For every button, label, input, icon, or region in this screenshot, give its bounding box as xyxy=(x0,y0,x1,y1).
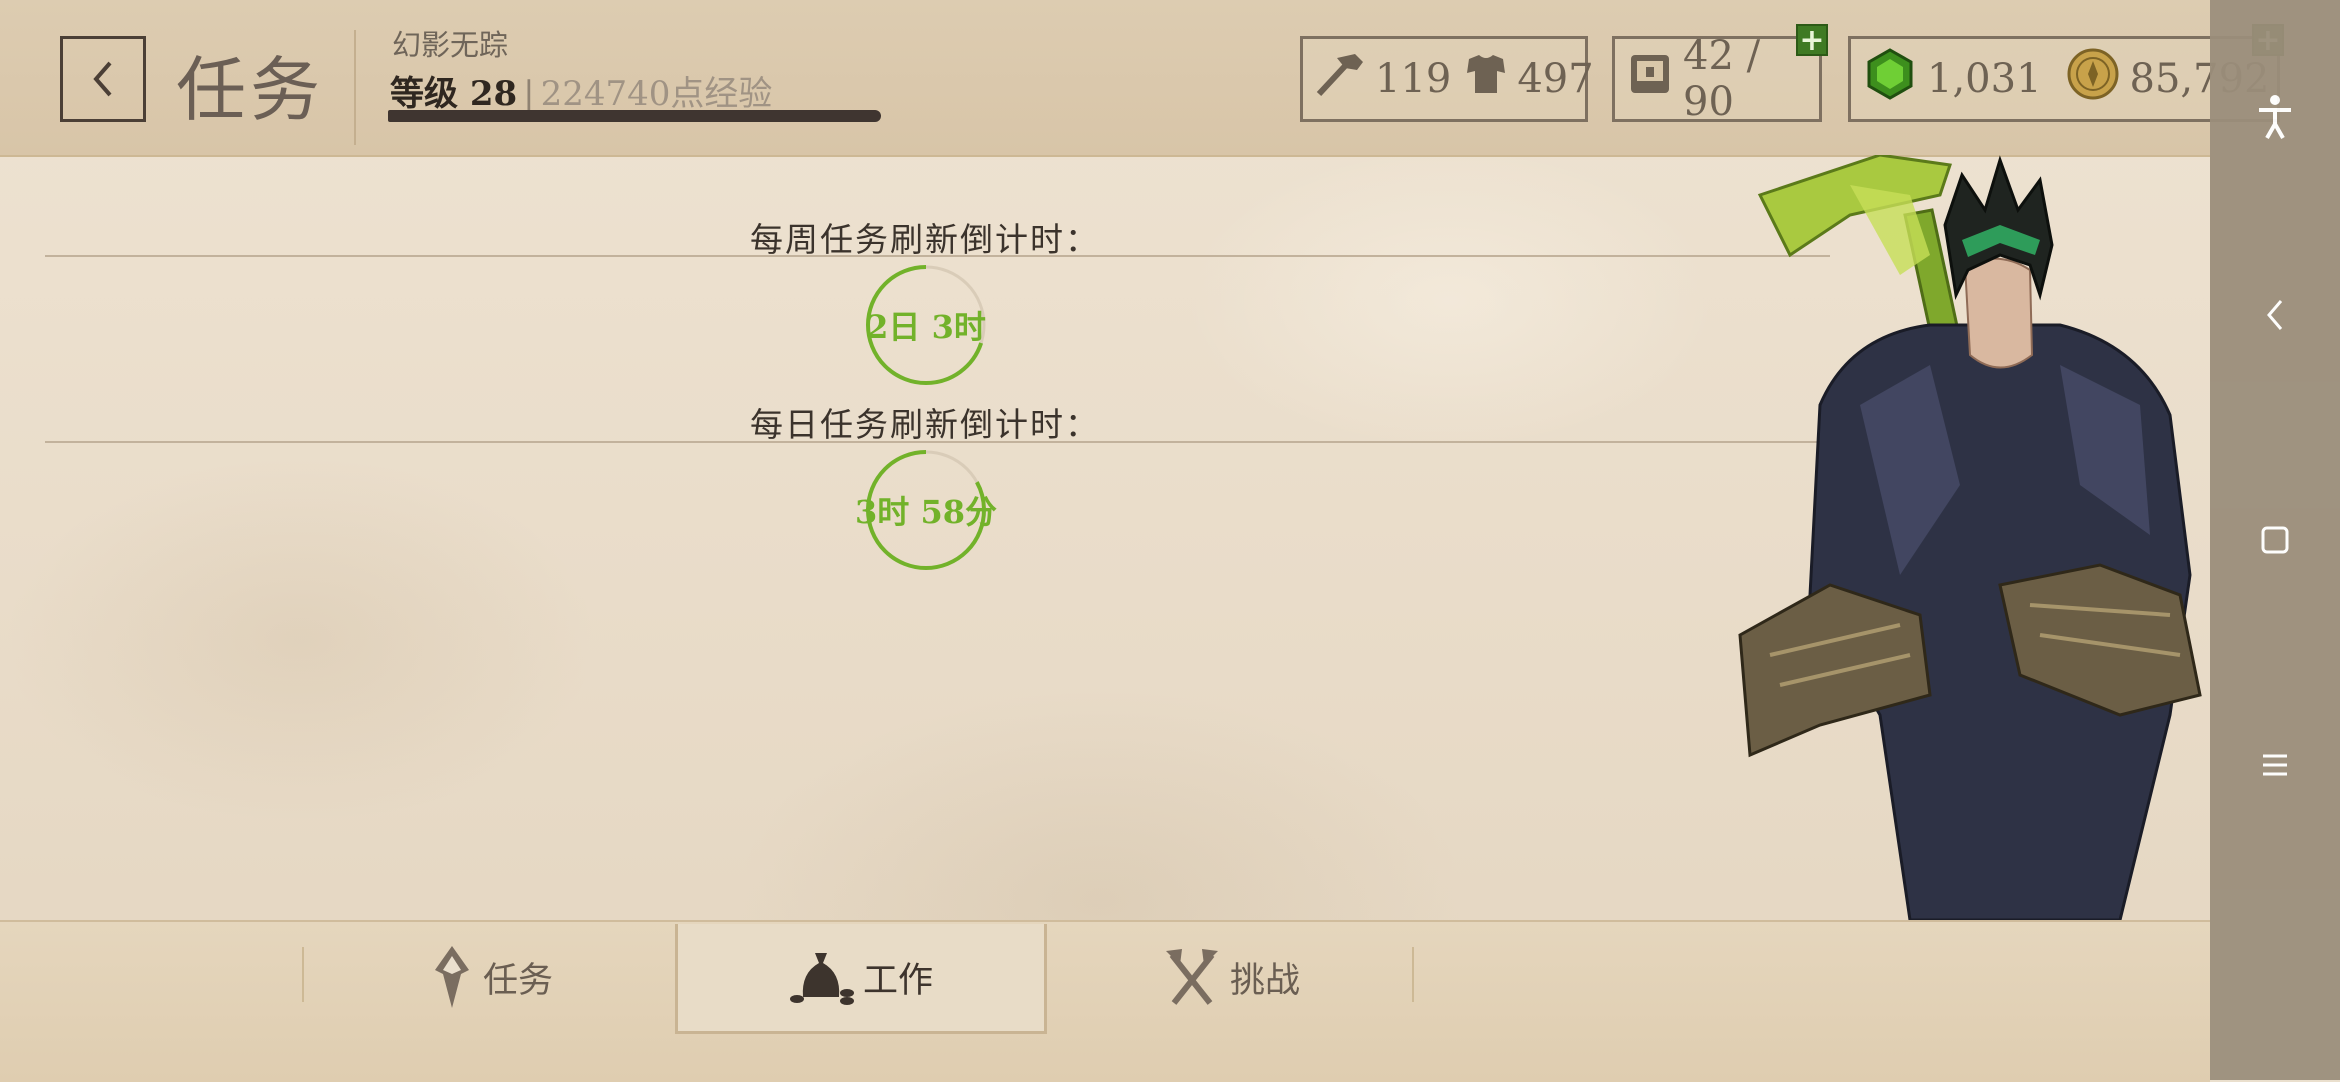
back-button[interactable] xyxy=(60,36,146,122)
daily-timer-value: 3时 58分 xyxy=(855,493,997,531)
tab-jobs[interactable]: 工作 xyxy=(675,924,1047,1034)
crafting-resources-box[interactable]: 119 497 xyxy=(1300,36,1594,122)
hammer-count: 119 xyxy=(1375,56,1452,102)
top-header: 任务 幻影无踪 等级 28 | 224740点经验 119 497 42 / 9… xyxy=(0,0,2284,157)
menu-icon xyxy=(2263,754,2287,776)
header-divider xyxy=(354,30,356,145)
experience-text: 224740点经验 xyxy=(540,74,773,114)
level-label: 等级 28 xyxy=(390,74,518,114)
system-menu-button[interactable] xyxy=(2210,720,2340,810)
weekly-timer-circle: 2日 3时 xyxy=(864,263,988,387)
daily-timer-label: 每日任务刷新倒计时： xyxy=(750,405,1100,444)
money-bag-icon xyxy=(789,952,854,1005)
system-home-button[interactable] xyxy=(2210,495,2340,585)
tab-quests[interactable]: 任务 xyxy=(305,922,677,1032)
accessibility-icon xyxy=(2259,95,2291,139)
gold-coin-icon xyxy=(2066,47,2120,111)
chest-icon xyxy=(1627,49,1673,109)
face xyxy=(1963,257,2034,369)
tab-quests-label: 任务 xyxy=(482,960,553,1001)
weekly-timer-label: 每周任务刷新倒计时： xyxy=(750,220,1100,259)
chevron-left-icon xyxy=(93,61,112,97)
daily-divider xyxy=(45,441,1830,443)
tab-challenges[interactable]: 挑战 xyxy=(1045,922,1417,1032)
gem-count: 1,031 xyxy=(1927,56,2042,102)
inventory-count: 42 / 90 xyxy=(1683,33,1761,125)
weekly-divider xyxy=(45,255,1830,257)
level-line: 等级 28 | 224740点经验 xyxy=(390,66,772,115)
weekly-timer-value: 2日 3时 xyxy=(866,308,986,346)
armor-icon xyxy=(1461,49,1511,109)
armor-count: 497 xyxy=(1517,56,1594,102)
tab-divider xyxy=(302,947,304,1002)
tab-challenges-label: 挑战 xyxy=(1229,960,1300,1001)
page-title: 任务 xyxy=(176,49,324,131)
crossed-axes-icon xyxy=(1165,949,1218,1005)
home-square-icon xyxy=(2261,526,2289,554)
daily-timer-circle: 3时 58分 xyxy=(855,448,997,572)
quest-gem-icon xyxy=(434,946,469,1008)
hammer-icon xyxy=(1311,48,1369,110)
system-back-button[interactable] xyxy=(2210,270,2340,360)
accessibility-button[interactable] xyxy=(2210,72,2340,162)
gem-icon xyxy=(1863,47,1917,111)
system-navigation-bar xyxy=(2210,0,2340,1080)
player-name: 幻影无踪 xyxy=(392,28,509,62)
level-separator: | xyxy=(523,74,535,114)
bottom-tab-bar: 任务 工作 挑战 xyxy=(0,920,2210,1082)
experience-bar xyxy=(388,110,881,122)
inventory-box[interactable]: 42 / 90 xyxy=(1612,33,1822,125)
add-inventory-button[interactable]: + xyxy=(1796,24,1828,56)
tab-jobs-label: 工作 xyxy=(862,961,933,1001)
back-icon xyxy=(2267,300,2283,330)
hero-character-illustration xyxy=(1700,153,2210,922)
